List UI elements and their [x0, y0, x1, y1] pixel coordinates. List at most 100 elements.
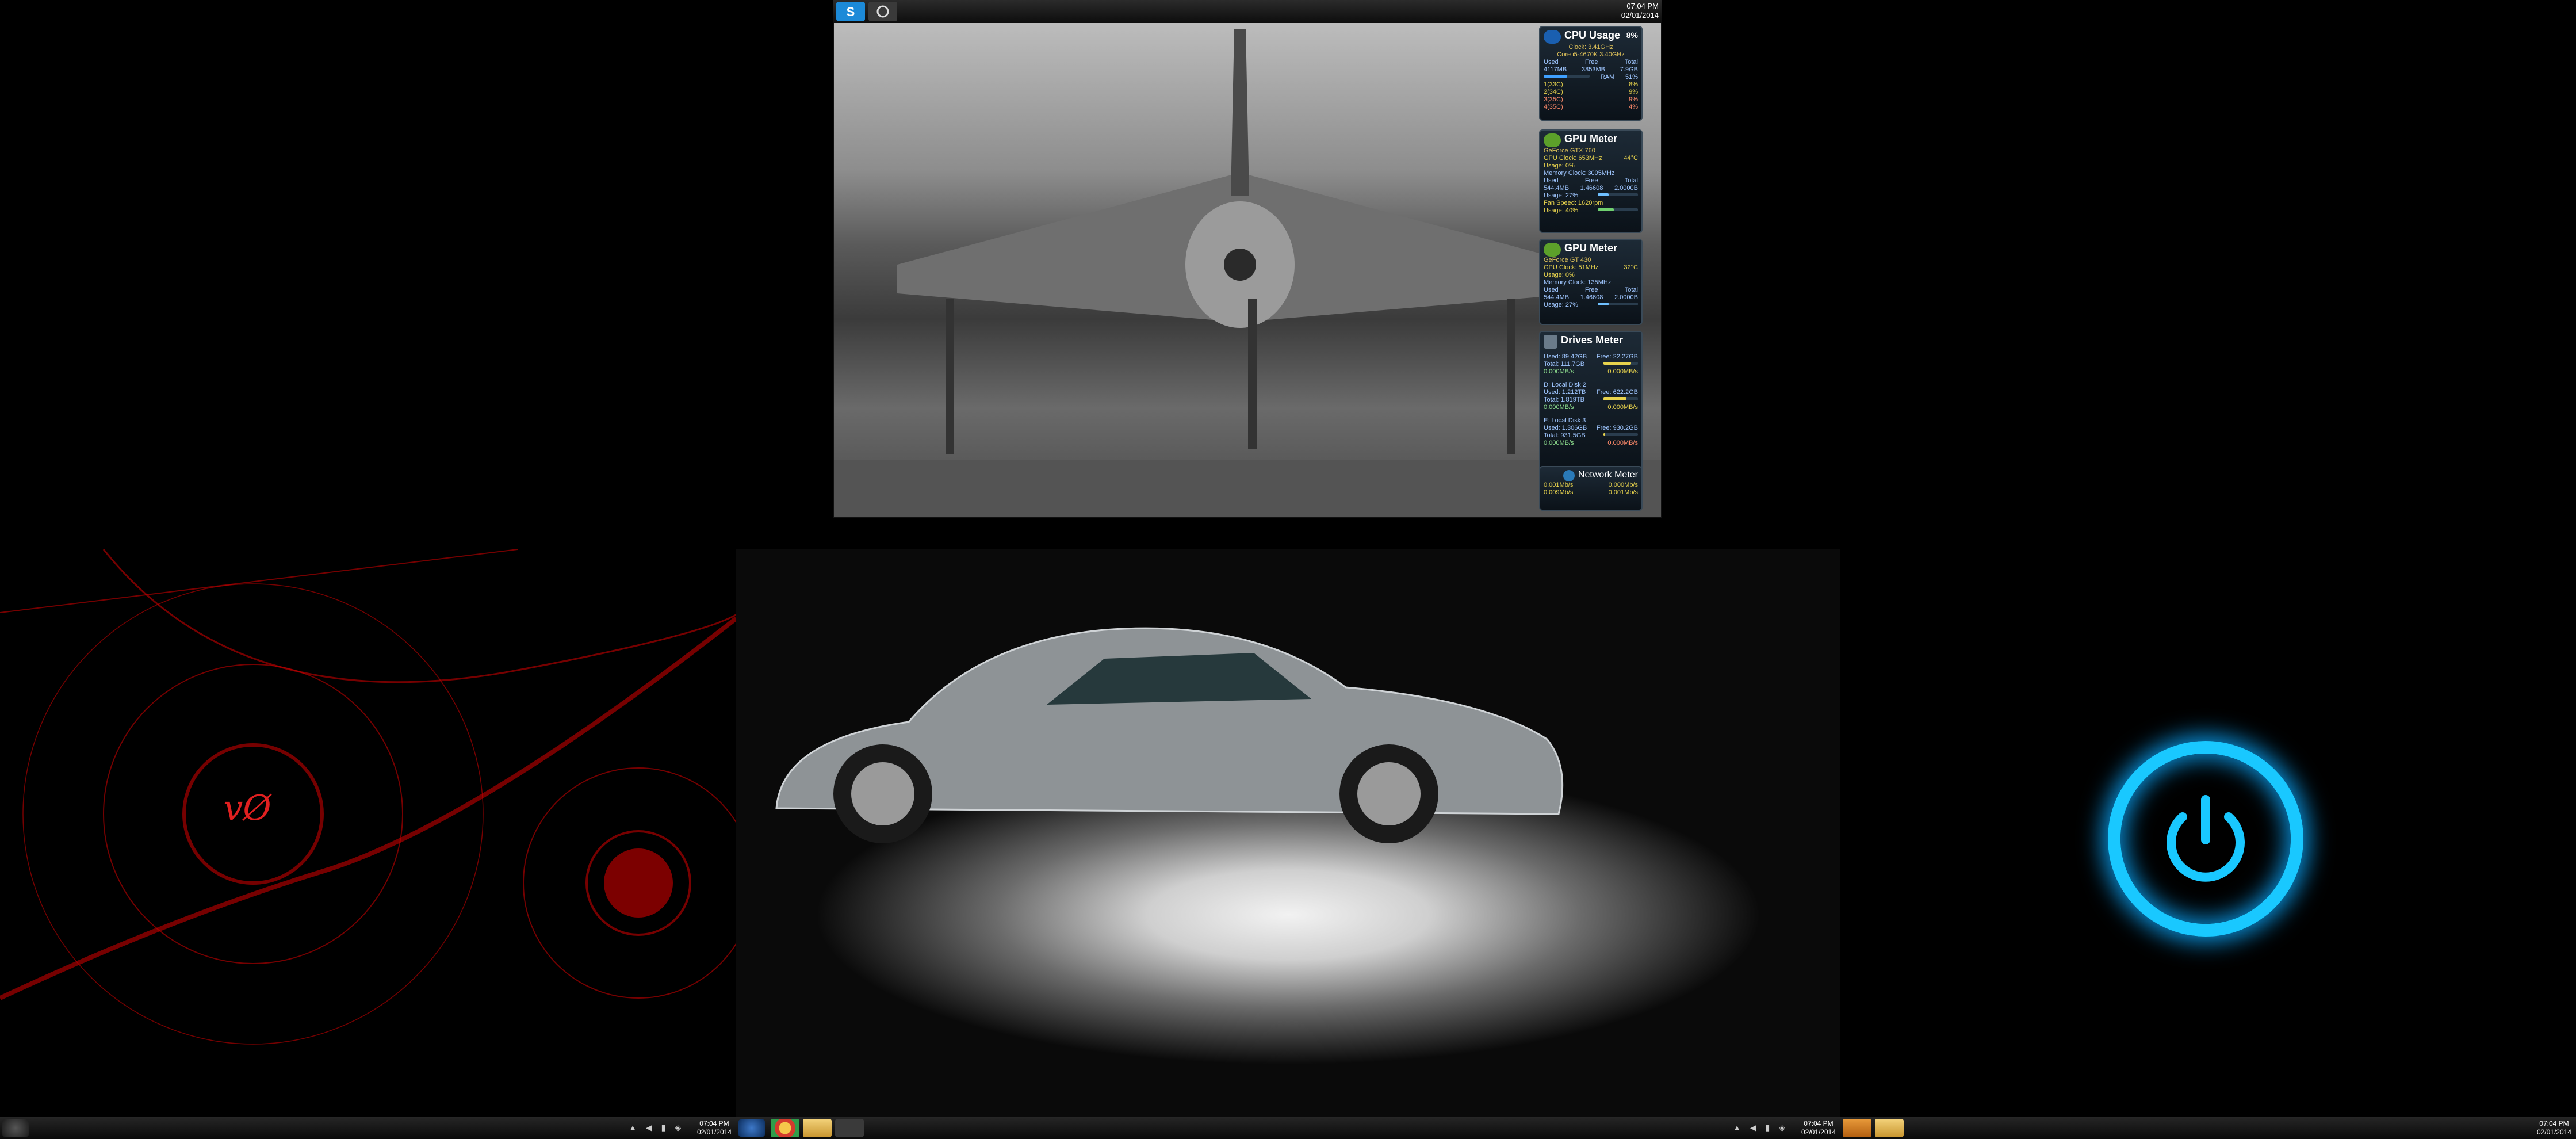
- network-title: Network Meter: [1578, 470, 1638, 480]
- net-up-2: 0.001Mb/s: [1608, 489, 1638, 496]
- network-icon: [1563, 470, 1575, 482]
- media-player-icon[interactable]: [1843, 1119, 1871, 1137]
- clock-date: 02/01/2014: [1621, 11, 1659, 20]
- core-label: 2(34C): [1544, 89, 1563, 96]
- disk-e-used: Used: 1.306GB: [1544, 425, 1587, 432]
- gpu-meter-gadget-1[interactable]: GPU Meter GeForce GTX 760 GPU Clock: 653…: [1539, 129, 1643, 233]
- gpu2-mem-free: 1.46608: [1580, 294, 1603, 301]
- disk-d-read: 0.000MB/s: [1544, 404, 1574, 411]
- red-abstract-wallpaper: vØ: [0, 549, 736, 1045]
- gpu1-mem-clock: Memory Clock: 3005MHz: [1544, 170, 1615, 177]
- ram-free: 3853MB: [1581, 66, 1605, 74]
- gpu2-title: GPU Meter: [1564, 242, 1618, 254]
- center-clock[interactable]: 07:04 PM 02/01/2014: [1801, 1119, 1836, 1137]
- disk-d-name: D: Local Disk 2: [1544, 381, 1586, 389]
- clock-date: 02/01/2014: [1801, 1128, 1836, 1136]
- gpu1-fan: Fan Speed: 1620rpm: [1544, 200, 1603, 207]
- gpu2-mem-clock: Memory Clock: 135MHz: [1544, 279, 1612, 286]
- disk-d-total: Total: 1.819TB: [1544, 396, 1584, 404]
- gpu2-model: GeForce GT 430: [1544, 257, 1591, 264]
- gpu1-usage: Usage: 0%: [1544, 162, 1575, 170]
- ram-header-total: Total: [1624, 59, 1638, 66]
- clock-date: 02/01/2014: [696, 1128, 732, 1136]
- gpu2-temp: 32°C: [1624, 264, 1638, 272]
- gpu1-mem-header: Total: [1624, 177, 1638, 185]
- ram-label: RAM: [1600, 74, 1615, 81]
- disk-c-read: 0.000MB/s: [1544, 368, 1574, 376]
- disk-d-free: Free: 622.2GB: [1596, 389, 1638, 396]
- gpu2-usage: Usage: 0%: [1544, 272, 1575, 279]
- folder-icon[interactable]: [1875, 1119, 1904, 1137]
- chrome-icon[interactable]: [771, 1119, 799, 1137]
- clock-time: 07:04 PM: [1626, 2, 1659, 10]
- disk-e-read: 0.000MB/s: [1544, 439, 1574, 447]
- gpu1-mem-total: 2.0000B: [1614, 185, 1638, 192]
- ram-percent: 51%: [1625, 74, 1638, 81]
- top-clock[interactable]: 07:04 PM 02/01/2014: [1621, 2, 1659, 20]
- start-button[interactable]: [2, 1119, 29, 1137]
- gpu2-mem-bar: [1598, 303, 1638, 306]
- gpu2-mem-header: Total: [1624, 286, 1638, 294]
- system-tray-icons[interactable]: ▲ ◀ ▮ ◈: [1733, 1123, 1789, 1133]
- right-clock[interactable]: 07:04 PM 02/01/2014: [2537, 1119, 2571, 1137]
- drive-icon: [1544, 335, 1557, 349]
- drives-title: Drives Meter: [1561, 334, 1624, 346]
- nvidia-icon: [1544, 243, 1561, 257]
- disk-e-write: 0.000MB/s: [1607, 439, 1638, 447]
- network-meter-gadget[interactable]: Network Meter 0.001Mb/s 0.000Mb/s 0.009Mb…: [1539, 466, 1643, 511]
- gpu1-clock: GPU Clock: 653MHz: [1544, 155, 1602, 162]
- top-monitor: CPU Usage 8% Clock: 3.41GHz Core i5-4670K…: [833, 0, 1662, 518]
- drives-meter-gadget[interactable]: Drives Meter Used: 89.42GB Free: 22.27GB …: [1539, 331, 1643, 472]
- intel-icon: [1544, 30, 1561, 44]
- cpu-title: CPU Usage: [1564, 29, 1621, 41]
- skype-icon[interactable]: S: [836, 2, 865, 21]
- gpu1-mem-free: 1.46608: [1580, 185, 1603, 192]
- cpu-model: Core i5-4670K 3.40GHz: [1557, 51, 1625, 59]
- windows-start-button[interactable]: [738, 1119, 765, 1137]
- disk-e-bar: [1603, 433, 1638, 437]
- ram-header-used: Used: [1544, 59, 1559, 66]
- center-taskbar: ▲ ◀ ▮ ◈ 07:04 PM 02/01/2014: [736, 1117, 1840, 1139]
- left-clock[interactable]: 07:04 PM 02/01/2014: [697, 1119, 732, 1137]
- disk-c-bar: [1603, 362, 1638, 365]
- clock-date: 02/01/2014: [2536, 1128, 2571, 1136]
- ram-header-free: Free: [1584, 59, 1598, 66]
- clock-time: 07:04 PM: [2539, 1119, 2569, 1127]
- cpu-usage-gadget[interactable]: CPU Usage 8% Clock: 3.41GHz Core i5-4670K…: [1539, 26, 1643, 121]
- gpu1-usage-fan: Usage: 40%: [1544, 207, 1578, 215]
- gpu2-mem-used: 544.4MB: [1544, 294, 1570, 301]
- disk-d-used: Used: 1.212TB: [1544, 389, 1586, 396]
- power-ring-wallpaper: [2108, 741, 2303, 937]
- power-icon: [2167, 795, 2245, 882]
- disk-e-total: Total: 931.5GB: [1544, 432, 1586, 439]
- steam-icon[interactable]: [835, 1119, 864, 1137]
- core-label: 3(35C): [1544, 96, 1563, 104]
- net-down-1: 0.001Mb/s: [1544, 481, 1574, 489]
- nvidia-icon: [1544, 133, 1561, 148]
- disk-d-bar: [1603, 397, 1638, 401]
- gpu2-usage-mem: Usage: 27%: [1544, 301, 1578, 309]
- core-value: 4%: [1629, 104, 1638, 111]
- folder-icon[interactable]: [803, 1119, 832, 1137]
- ram-used: 4117MB: [1544, 66, 1567, 74]
- gpu1-title: GPU Meter: [1564, 133, 1618, 144]
- clock-time: 07:04 PM: [699, 1119, 729, 1127]
- aircraft-image: [834, 29, 1661, 517]
- gpu1-mem-bar: [1598, 193, 1638, 197]
- steam-icon[interactable]: [868, 2, 897, 21]
- clock-time: 07:04 PM: [1804, 1119, 1834, 1127]
- system-tray-icons[interactable]: ▲ ◀ ▮ ◈: [629, 1123, 684, 1133]
- core-value: 8%: [1629, 81, 1638, 89]
- gpu-meter-gadget-2[interactable]: GPU Meter GeForce GT 430 GPU Clock: 51MH…: [1539, 239, 1643, 325]
- center-monitor: ▲ ◀ ▮ ◈ 07:04 PM 02/01/2014: [736, 549, 1840, 1139]
- disk-e: E: Local Disk 3 Used: 1.306GB Free: 930.2…: [1544, 417, 1638, 447]
- aston-martin-wallpaper: [775, 627, 1564, 843]
- gpu2-mem-header: Used: [1544, 286, 1559, 294]
- gpu1-model: GeForce GTX 760: [1544, 147, 1595, 155]
- gpu2-mem-header: Free: [1584, 286, 1598, 294]
- cpu-clock: Clock: 3.41GHz: [1568, 44, 1613, 51]
- disk-c: Used: 89.42GB Free: 22.27GB Total: 111.7G…: [1544, 353, 1638, 376]
- gpu2-clock: GPU Clock: 51MHz: [1544, 264, 1599, 272]
- gpu1-fan-bar: [1598, 208, 1638, 212]
- gpu1-mem-header: Free: [1584, 177, 1598, 185]
